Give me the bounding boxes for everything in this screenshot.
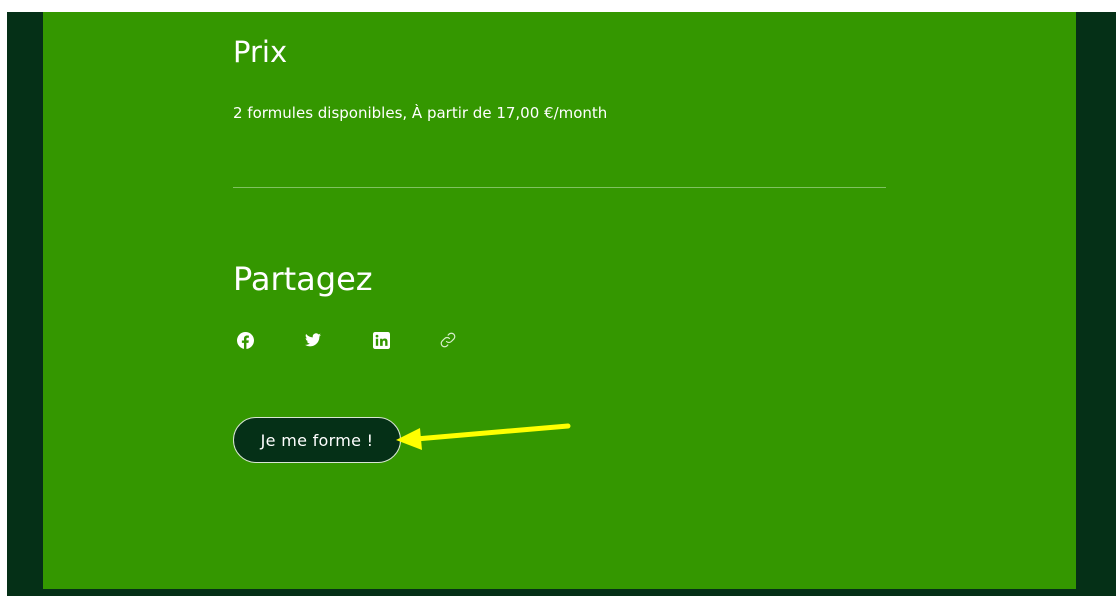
share-heading: Partagez bbox=[233, 260, 373, 298]
facebook-icon[interactable] bbox=[235, 330, 255, 350]
section-divider bbox=[233, 187, 886, 188]
pricing-heading: Prix bbox=[233, 35, 288, 69]
enroll-button[interactable]: Je me forme ! bbox=[233, 417, 401, 463]
link-icon[interactable] bbox=[438, 330, 458, 350]
pricing-summary: 2 formules disponibles, À partir de 17,0… bbox=[233, 104, 608, 122]
twitter-icon[interactable] bbox=[303, 330, 323, 350]
content-panel bbox=[43, 12, 1076, 589]
footer-strip bbox=[7, 589, 1116, 596]
linkedin-icon[interactable] bbox=[371, 330, 391, 350]
yellow-arrow-annotation bbox=[396, 423, 571, 450]
